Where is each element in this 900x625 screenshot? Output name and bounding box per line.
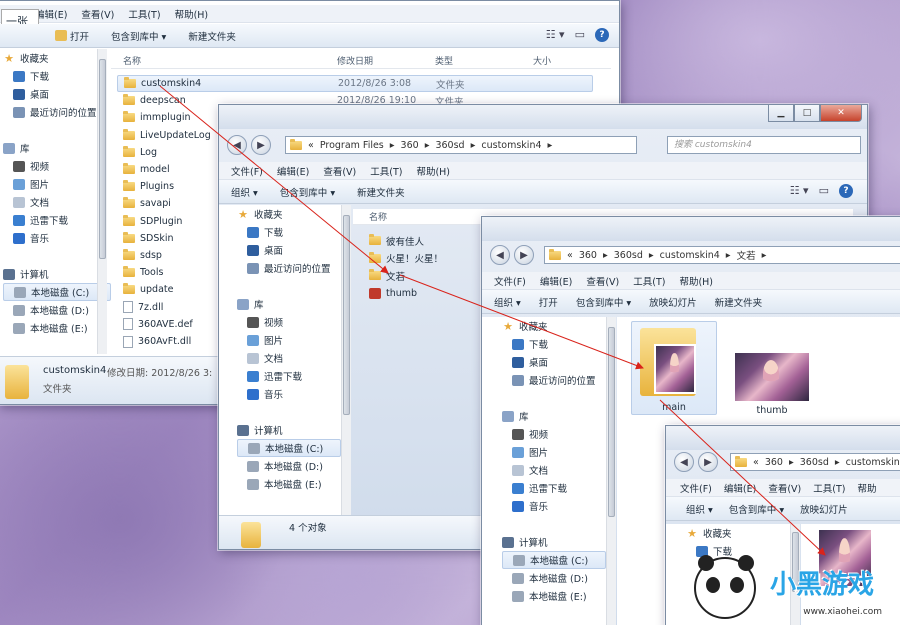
panda-icon [694, 555, 756, 619]
arrow-1 [159, 85, 389, 274]
arrow-2 [399, 274, 644, 370]
watermark-logo: 小黑游戏 www.xiaohei.com [694, 553, 894, 623]
annotation-arrows [159, 85, 826, 556]
watermark-url: www.xiaohei.com [803, 607, 882, 617]
arrow-3 [659, 399, 826, 556]
watermark-text: 小黑游戏 [769, 570, 874, 600]
